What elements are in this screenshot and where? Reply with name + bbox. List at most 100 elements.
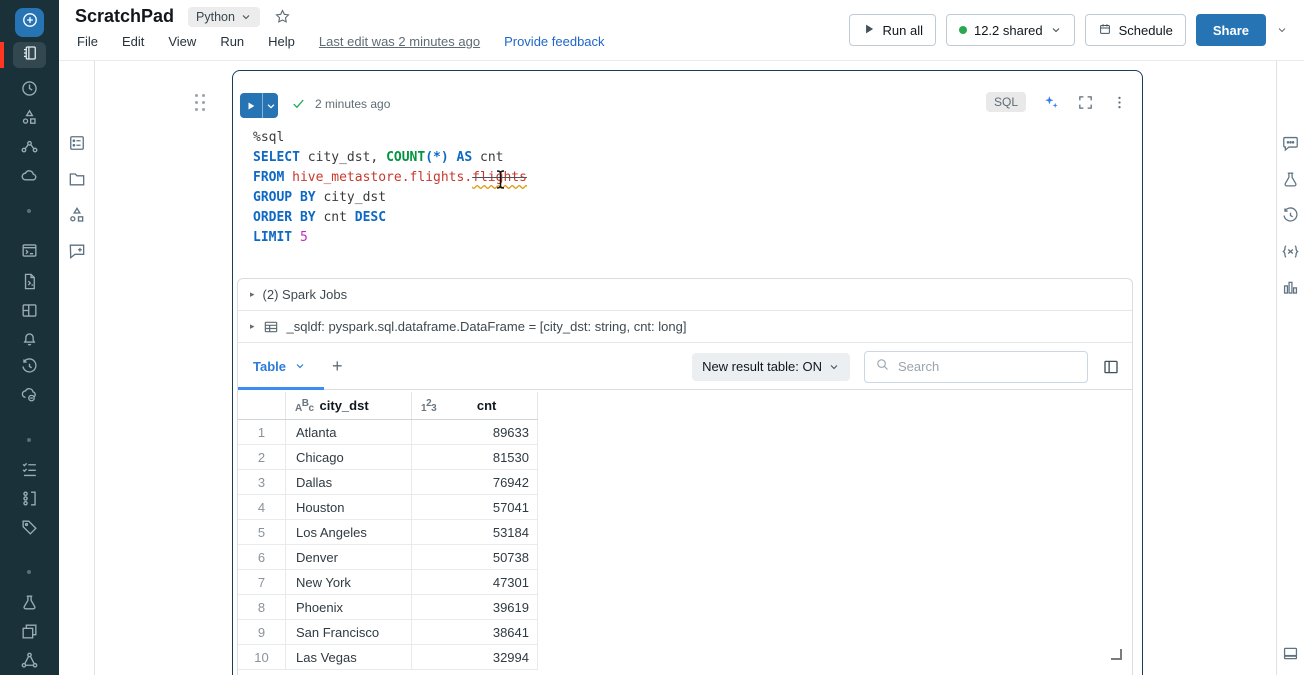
sidebar-item-compute[interactable] (20, 166, 39, 185)
cluster-selector[interactable]: 12.2 shared (946, 14, 1075, 46)
bottom-panel-icon (1281, 644, 1300, 663)
table-row[interactable]: 3Dallas76942 (238, 470, 538, 495)
sidebar-item-job-runs[interactable] (20, 460, 39, 479)
schedule-button[interactable]: Schedule (1085, 14, 1186, 46)
cell-language-badge[interactable]: SQL (986, 92, 1026, 112)
spark-jobs-row[interactable]: ▸ (2) Spark Jobs (238, 279, 1132, 311)
revision-history-button[interactable] (1281, 206, 1300, 225)
sqldf-summary: _sqldf: pyspark.sql.dataframe.DataFrame … (287, 319, 687, 334)
comments-panel-button[interactable] (1281, 134, 1300, 153)
notebook-canvas: 2 minutes ago SQL %sqlSELECT city_dst, C… (95, 61, 1276, 675)
city-dst-cell: Chicago (286, 445, 412, 470)
caret-right-icon[interactable]: ▸ (250, 289, 255, 300)
menu-run[interactable]: Run (220, 34, 244, 49)
favorite-star-button[interactable] (274, 8, 291, 25)
success-check-icon (291, 96, 306, 111)
sql-code-editor[interactable]: %sqlSELECT city_dst, COUNT(*) AS cntFROM… (253, 128, 527, 248)
results-resize-handle[interactable] (1111, 649, 1122, 660)
sidebar-item-serving[interactable] (20, 651, 39, 670)
run-options-chevron-icon[interactable] (263, 93, 278, 118)
cell-drag-handle[interactable] (195, 94, 206, 112)
share-button[interactable]: Share (1196, 14, 1266, 46)
menu-view[interactable]: View (168, 34, 196, 49)
workspace-browser-button[interactable] (67, 169, 87, 189)
tab-table[interactable]: Table (253, 359, 306, 374)
notebook-left-panel-rail (59, 61, 95, 675)
table-row[interactable]: 9San Francisco38641 (238, 620, 538, 645)
sidebar-item-recents[interactable] (20, 79, 39, 98)
cnt-cell: 81530 (412, 445, 538, 470)
cell-results-panel: ▸ (2) Spark Jobs ▸ _sqldf: pyspark.sql.d… (237, 278, 1133, 675)
sidebar-item-experiments-runs[interactable] (20, 489, 39, 508)
play-icon[interactable] (240, 93, 263, 118)
maximize-cell-icon[interactable] (1077, 94, 1094, 111)
table-row[interactable]: 7New York47301 (238, 570, 538, 595)
sidebar-item-experiments[interactable] (20, 593, 39, 612)
menu-file[interactable]: File (77, 34, 98, 49)
sidebar-item-delta-live-tables[interactable] (20, 137, 39, 156)
new-button[interactable] (15, 8, 44, 37)
table-row[interactable]: 5Los Angeles53184 (238, 520, 538, 545)
sidebar-item-workflows[interactable] (20, 108, 39, 127)
header-collapse-chevron[interactable] (1276, 24, 1288, 36)
add-visualization-button[interactable]: + (332, 357, 343, 375)
visualization-panel-button[interactable] (1281, 278, 1300, 297)
column-header-city-dst[interactable]: ABc city_dst (286, 392, 412, 419)
chat-add-icon (67, 241, 87, 261)
row-index-cell: 3 (238, 470, 286, 495)
assistant-sparkle-icon[interactable] (1043, 94, 1060, 111)
comment-icon (1281, 134, 1300, 153)
chevron-down-icon[interactable] (294, 360, 306, 372)
cluster-status-dot (959, 26, 967, 34)
sidebar-item-feature-store[interactable] (20, 518, 39, 537)
new-result-table-toggle[interactable]: New result table: ON (692, 353, 850, 381)
experiments-panel-button[interactable] (1281, 170, 1300, 189)
chevron-down-icon (240, 11, 252, 23)
run-all-button[interactable]: Run all (849, 14, 936, 46)
sidebar-item-workspace[interactable] (13, 42, 46, 68)
cell-kebab-menu-icon[interactable] (1111, 94, 1128, 111)
sidebar-section-dot (27, 438, 31, 442)
sidebar-item-alerts[interactable] (20, 329, 39, 348)
sidebar-item-queries[interactable] (20, 272, 39, 291)
provide-feedback-link[interactable]: Provide feedback (504, 34, 604, 49)
cnt-cell: 89633 (412, 420, 538, 445)
table-row[interactable]: 8Phoenix39619 (238, 595, 538, 620)
cnt-cell: 39619 (412, 595, 538, 620)
column-header-cnt[interactable]: 123 cnt (412, 392, 538, 419)
calendar-icon (1098, 22, 1112, 39)
assistant-chat-button[interactable] (67, 241, 87, 261)
menu-help[interactable]: Help (268, 34, 295, 49)
sidebar-item-dashboards[interactable] (20, 301, 39, 320)
list-panel-icon (67, 133, 87, 153)
table-of-contents-button[interactable] (67, 133, 87, 153)
variables-panel-button[interactable] (1281, 242, 1300, 261)
language-selector[interactable]: Python (188, 7, 260, 27)
side-panel-toggle-icon[interactable] (1102, 358, 1120, 376)
table-row[interactable]: 6Denver50738 (238, 545, 538, 570)
sidebar-item-sql-editor[interactable] (20, 241, 39, 260)
table-row[interactable]: 2Chicago81530 (238, 445, 538, 470)
sidebar-item-sql-warehouses[interactable] (20, 385, 39, 404)
caret-right-icon[interactable]: ▸ (250, 321, 255, 332)
last-edit-status[interactable]: Last edit was 2 minutes ago (319, 34, 480, 49)
sqldf-row[interactable]: ▸ _sqldf: pyspark.sql.dataframe.DataFram… (238, 311, 1132, 343)
results-search-box[interactable] (864, 351, 1088, 383)
search-input[interactable] (898, 359, 1058, 374)
city-dst-cell: Dallas (286, 470, 412, 495)
cnt-cell: 57041 (412, 495, 538, 520)
sidebar-item-query-history[interactable] (20, 357, 39, 376)
bottom-panel-button[interactable] (1281, 644, 1300, 663)
notebook-title[interactable]: ScratchPad (75, 6, 174, 27)
table-row[interactable]: 4Houston57041 (238, 495, 538, 520)
row-index-cell: 7 (238, 570, 286, 595)
cell-toolbar: 2 minutes ago SQL (233, 71, 1142, 119)
workflow-panel-button[interactable] (67, 205, 87, 225)
menu-edit[interactable]: Edit (122, 34, 144, 49)
run-cell-button[interactable] (240, 93, 278, 118)
table-row[interactable]: 10Las Vegas32994 (238, 645, 538, 670)
table-row[interactable]: 1Atlanta89633 (238, 420, 538, 445)
bell-icon (20, 329, 39, 348)
notebook-cell[interactable]: 2 minutes ago SQL %sqlSELECT city_dst, C… (232, 70, 1143, 675)
sidebar-item-models[interactable] (20, 622, 39, 641)
